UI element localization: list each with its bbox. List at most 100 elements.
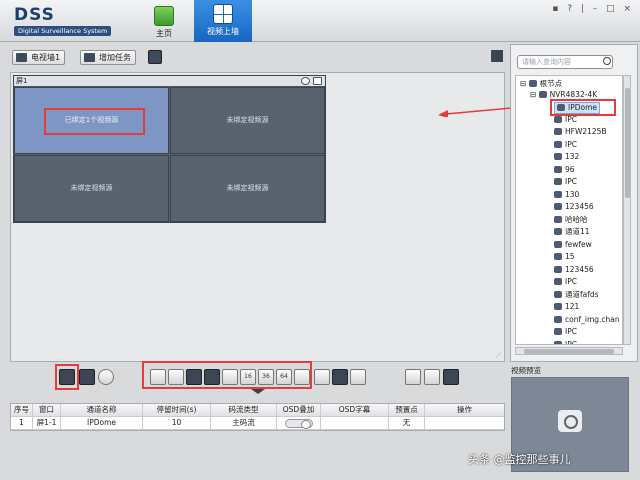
split-9-button[interactable]: [186, 369, 202, 385]
row-channel: IPDome: [61, 417, 143, 429]
layout-grid-icon[interactable]: [491, 50, 503, 62]
tree-channel-label: 123456: [565, 202, 594, 211]
logo-text: DSS: [14, 5, 55, 25]
split-36-label: 36: [262, 373, 270, 380]
tree-channel[interactable]: 15: [554, 252, 575, 262]
split-4-button[interactable]: [168, 369, 184, 385]
split-1-button[interactable]: [150, 369, 166, 385]
custom-split-button[interactable]: [294, 369, 310, 385]
preview-title: 视频预览: [511, 366, 541, 375]
row-window: 屏1-1: [33, 417, 61, 429]
nav-video-wall-button[interactable]: 视频上墙: [194, 0, 252, 42]
refresh-icon[interactable]: [98, 369, 114, 385]
tree-channel[interactable]: 121: [554, 302, 579, 312]
screen-cell-3[interactable]: 未绑定视频源: [14, 155, 169, 222]
swap-icon[interactable]: [405, 369, 421, 385]
app-logo: DSS Digital Surveillance System: [14, 5, 112, 36]
tree-channel[interactable]: fewfew: [554, 240, 592, 250]
collapse-arrow-icon[interactable]: [251, 389, 265, 394]
tree-channel-label: IPC: [565, 339, 577, 345]
nav-home-button[interactable]: 主页: [136, 2, 192, 40]
tree-root[interactable]: ⊟ 根节点: [520, 79, 562, 89]
tree-channel[interactable]: 通道11: [554, 227, 590, 237]
split-64-button[interactable]: 64: [276, 369, 292, 385]
tree-channel[interactable]: 132: [554, 152, 579, 162]
row-stay-time[interactable]: 10: [143, 417, 211, 429]
app-header: DSS Digital Surveillance System 主页 视频上墙 …: [0, 0, 640, 42]
split-grid-button[interactable]: [222, 369, 238, 385]
row-stream-type[interactable]: 主码流: [211, 417, 277, 429]
tree-hscroll-thumb[interactable]: [524, 349, 614, 354]
tree-channel[interactable]: conf_img.chan: [554, 315, 620, 325]
screen-settings-icon[interactable]: [301, 77, 310, 85]
tree-channel[interactable]: 96: [554, 165, 575, 175]
screen-maximize-icon[interactable]: [313, 77, 322, 85]
camera-icon: [554, 153, 562, 160]
eraser-icon[interactable]: [314, 369, 330, 385]
camera-icon: [554, 190, 562, 198]
lock-icon[interactable]: [443, 369, 459, 385]
col-action: 操作: [457, 405, 472, 414]
tree-channel-label: 通道11: [565, 227, 590, 236]
tree-horizontal-scrollbar[interactable]: [515, 347, 623, 355]
tree-channel-label: IPC: [565, 277, 577, 286]
tree-channel-label: 通道fafds: [565, 289, 599, 299]
org-icon: [528, 80, 537, 87]
add-task-button[interactable]: 增加任务: [80, 50, 136, 65]
resize-grip-icon[interactable]: ⋰: [495, 352, 501, 359]
screen-cell-2[interactable]: 未绑定视频源: [170, 87, 325, 154]
split-36-button[interactable]: 36: [258, 369, 274, 385]
device-tree: ⊟ 根节点 ⊟ NVR4832-4K IPDome IPC HFW2125B IPC 1…: [515, 75, 623, 345]
cell-3-status: 未绑定视频源: [70, 184, 113, 192]
tree-vscroll-thumb[interactable]: [625, 88, 630, 198]
tree-channel[interactable]: IPC: [554, 277, 577, 287]
tree-root-label: 根节点: [539, 79, 563, 88]
col-stream-type: 码流类型: [211, 404, 277, 416]
screen-1[interactable]: 屏1 已绑定1个视频源 未绑定视频源 未绑定视频源 未绑定视频源: [13, 75, 326, 223]
add-task-icon: [84, 53, 95, 62]
tree-channel-label: IPC: [565, 177, 577, 186]
row-osd-toggle[interactable]: [277, 417, 321, 429]
tree-channel[interactable]: IPC: [554, 115, 577, 125]
row-action[interactable]: [425, 417, 504, 429]
expand-icon[interactable]: [350, 369, 366, 385]
nav-home-label: 主页: [156, 29, 172, 38]
tree-channel[interactable]: 通道fafds: [554, 290, 599, 300]
split-16-button[interactable]: 16: [240, 369, 256, 385]
row-osd-caption[interactable]: [321, 417, 389, 429]
screen-cell-4[interactable]: 未绑定视频源: [170, 155, 325, 222]
split-64-label: 64: [280, 373, 288, 380]
tree-channel[interactable]: 130: [554, 190, 579, 200]
window-controls[interactable]: ▪ ? | – □ ×: [552, 4, 634, 14]
tree-channel-label: HFW2125B: [565, 127, 607, 136]
save-icon[interactable]: [148, 50, 162, 64]
tree-channel[interactable]: IPC: [554, 177, 577, 187]
tv-wall-button[interactable]: 电视墙1: [12, 50, 66, 65]
fit-window-icon[interactable]: [424, 369, 440, 385]
camera-icon: [558, 410, 582, 432]
tree-channel[interactable]: IPC: [554, 327, 577, 337]
col-stay-time: 停留时间(s): [143, 404, 211, 416]
tree-channel[interactable]: IPC: [554, 339, 577, 345]
tree-vertical-scrollbar[interactable]: [623, 75, 631, 345]
tree-channel[interactable]: HFW2125B: [554, 127, 607, 137]
search-input[interactable]: 请输入查询内容: [517, 55, 613, 69]
tree-channel[interactable]: 123456: [554, 202, 594, 212]
col-osd-overlay: OSD叠加: [277, 404, 321, 416]
osd-toggle-switch[interactable]: [284, 418, 313, 429]
table-row[interactable]: 1 屏1-1 IPDome 10 主码流 无: [11, 417, 504, 430]
row-preset[interactable]: 无: [389, 417, 425, 429]
split-16-label: 16: [244, 373, 252, 380]
add-task-label: 增加任务: [99, 53, 131, 62]
grid-mode-icon[interactable]: [79, 369, 95, 385]
search-icon[interactable]: [603, 57, 611, 65]
tree-channel-label: fewfew: [565, 239, 592, 249]
tree-channel[interactable]: 哈哈哈: [554, 215, 588, 225]
camera-icon: [554, 240, 562, 248]
logo-subtitle: Digital Surveillance System: [14, 26, 112, 36]
tree-channel[interactable]: IPC: [554, 140, 577, 150]
monitor-icon[interactable]: [332, 369, 348, 385]
split-16-layout-button[interactable]: [204, 369, 220, 385]
tree-channel[interactable]: 123456: [554, 265, 594, 275]
row-index: 1: [11, 417, 33, 429]
